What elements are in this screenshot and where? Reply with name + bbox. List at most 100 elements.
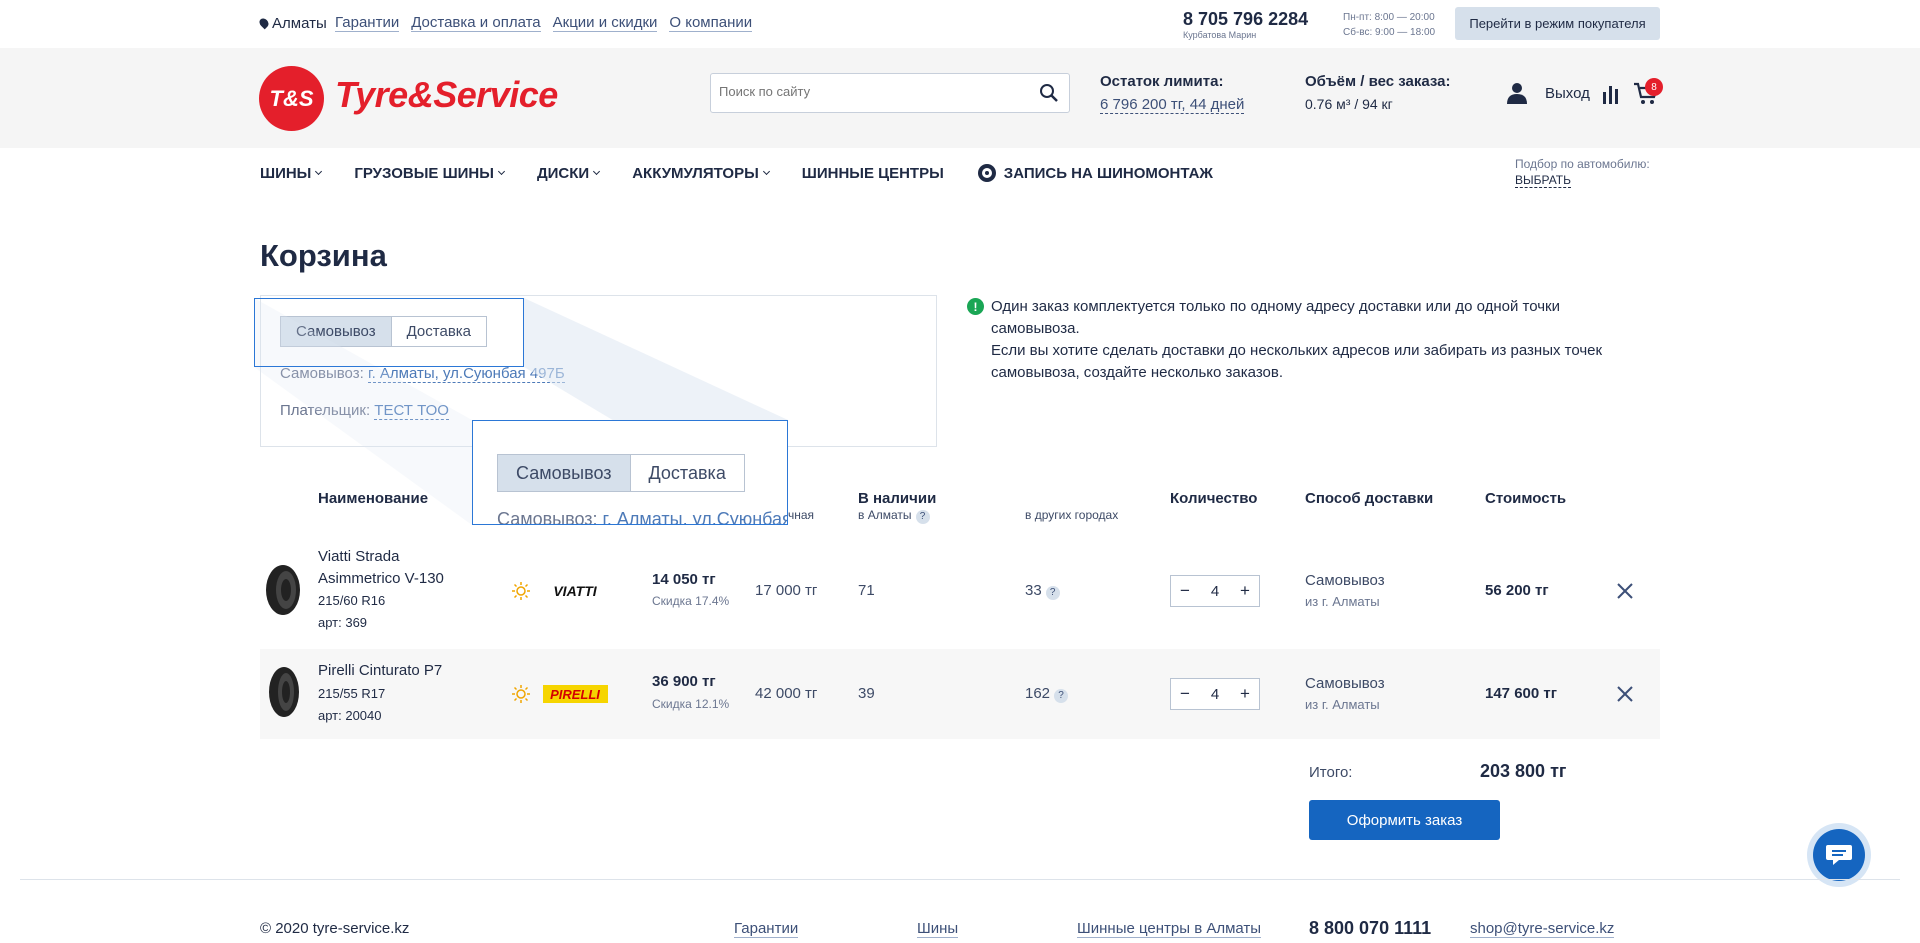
footer-divider [20,879,1900,880]
delivery-method: Самовывоз [1305,572,1385,589]
chat-bubble-icon [1826,845,1852,865]
summer-sun-icon [512,582,530,600]
info-message: Один заказ комплектуется только по одном… [991,298,1603,381]
zoom-magnifier: Самовывоз Доставка Самовывоз: г. Алматы,… [472,420,788,525]
close-icon[interactable] [1616,582,1634,600]
viatti-brand-logo: VIATTI [553,583,597,599]
retail-price: 17 000 тг [755,582,818,599]
footer-phone[interactable]: 8 800 070 1111 [1309,918,1431,939]
col-name: Наименование [318,490,429,507]
svg-text:PIRELLI: PIRELLI [550,687,600,702]
nav-booking[interactable]: ЗАПИСЬ НА ШИНОМОНТАЖ [977,163,1213,183]
chevron-down-icon [593,167,601,176]
table-row [260,649,1660,739]
help-icon[interactable]: ? [915,510,930,524]
plus-button[interactable]: + [1231,684,1259,704]
quantity-stepper: − 4 + [1170,678,1260,710]
zoom-pickup-address: Самовывоз: г. Алматы, ул.Суюнбая [497,509,788,525]
tire-image[interactable] [264,564,302,616]
chevron-down-icon [762,167,770,176]
logo-text[interactable]: Tyre&Service [335,74,558,116]
volume-title: Объём / вес заказа: [1305,73,1451,90]
footer-link-tires[interactable]: Шины [917,920,959,938]
quantity-stepper: − 4 + [1170,575,1260,607]
col-delivery: Способ доставки [1305,490,1434,507]
tire-icon [977,164,996,182]
limit-value[interactable]: 6 796 200 тг, 44 дней [1100,96,1245,114]
table-row [260,546,1660,636]
search-icon[interactable] [1039,83,1059,103]
footer-email[interactable]: shop@tyre-service.kz [1470,920,1615,938]
nav-disks[interactable]: ДИСКИ [537,165,601,182]
product-size: 215/55 R17 [318,686,386,701]
nav-batteries[interactable]: АККУМУЛЯТОРЫ [632,165,770,182]
checkout-button[interactable]: Оформить заказ [1309,800,1500,840]
top-link-guarantees[interactable]: Гарантии [335,15,400,32]
topbar: Алматы Гарантии Доставка и оплата Акции … [0,0,1920,48]
product-article: арт: 20040 [318,708,382,723]
col-stock-sub: в Алматы? [858,508,930,524]
nav-tires[interactable]: ШИНЫ [260,165,323,182]
logout-link[interactable]: Выход [1545,85,1590,102]
col-stock: В наличии [858,490,937,507]
nav-tire-centers[interactable]: ШИННЫЕ ЦЕНТРЫ [802,165,944,182]
info-icon: ! [967,298,984,315]
top-link-promos[interactable]: Акции и скидки [552,15,658,32]
page-title: Корзина [260,238,387,273]
chevron-down-icon [497,167,505,176]
zoom-tab-delivery: Доставка [648,462,726,483]
stock-other: 162? [1025,685,1069,703]
search-input[interactable] [719,84,1019,99]
car-pick-link[interactable]: ВЫБРАТЬ [1515,173,1571,188]
pickup-address-link[interactable]: г. Алматы, ул.Суюнбая 497Б [367,365,565,383]
user-icon[interactable] [1506,82,1528,104]
minus-button[interactable]: − [1171,684,1199,704]
product-article: арт: 369 [318,615,368,630]
chat-button[interactable] [1807,823,1871,887]
zoom-delivery-toggle: Самовывоз Доставка [497,454,745,492]
city-selector[interactable]: Алматы [257,15,327,32]
tire-image[interactable] [265,666,303,718]
col-other-cities: в других городах [1025,508,1119,522]
delivery-from: из г. Алматы [1305,697,1380,712]
summer-sun-icon [512,685,530,703]
quantity-value[interactable]: 4 [1201,686,1229,703]
product-name[interactable]: Pirelli Cinturato P7 [318,660,442,682]
dealer-price: 36 900 тг [652,673,716,690]
plus-button[interactable]: + [1231,581,1259,601]
total-value: 203 800 тг [1480,761,1567,781]
quantity-value[interactable]: 4 [1201,583,1229,600]
discount: Скидка 17.4% [652,594,730,608]
payer-link[interactable]: ТЕСТ ТОО [374,402,449,420]
nav-truck-tires[interactable]: ГРУЗОВЫЕ ШИНЫ [354,165,505,182]
svg-text:VIATTI: VIATTI [553,583,597,599]
footer-link-tire-centers[interactable]: Шинные центры в Алматы [1077,920,1262,938]
stock-other: 33? [1025,582,1060,600]
col-retail-partial: чная [788,508,815,522]
cart-count-badge: 8 [1645,78,1663,96]
delivery-method: Самовывоз [1305,675,1385,692]
manager-phone[interactable]: 8 705 796 2284 [1183,9,1308,30]
top-link-about[interactable]: О компании [669,15,753,32]
col-qty: Количество [1170,490,1258,507]
zoom-tab-pickup: Самовывоз [498,455,631,491]
copyright: © 2020 tyre-service.kz [260,920,410,937]
search-box [710,73,1070,113]
product-name[interactable]: Viatti Strada Asimmetrico V-130 [318,546,444,590]
buyer-mode-button[interactable]: Перейти в режим покупателя [1455,7,1660,40]
limit-title: Остаток лимита: [1100,73,1224,90]
compare-chart-icon[interactable] [1603,84,1619,104]
top-link-delivery[interactable]: Доставка и оплата [411,15,541,32]
minus-button[interactable]: − [1171,581,1199,601]
stock-local: 39 [858,685,875,702]
stock-local: 71 [858,582,875,599]
product-size: 215/60 R16 [318,593,386,608]
close-icon[interactable] [1616,685,1634,703]
logo-mark[interactable]: T&S [259,66,324,131]
help-icon[interactable]: ? [1045,586,1060,600]
zoom-source-highlight [254,298,524,367]
help-icon[interactable]: ? [1054,689,1069,703]
footer-link-guarantees[interactable]: Гарантии [734,920,799,938]
row-cost: 147 600 тг [1485,685,1557,702]
pickup-address: Самовывоз: г. Алматы, ул.Суюнбая 497Б [280,365,565,383]
